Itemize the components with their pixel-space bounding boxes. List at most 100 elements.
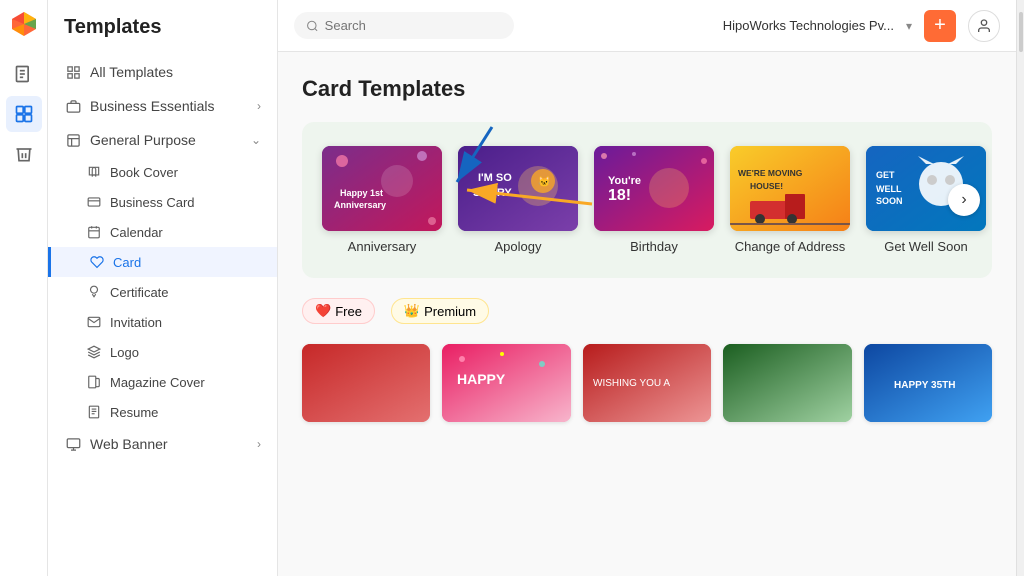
next-cards-arrow[interactable]: › (948, 184, 980, 216)
iconbar-document[interactable] (6, 56, 42, 92)
card-item-apology[interactable]: I'M SO SORRY 🐱 Apology (458, 146, 578, 254)
sidebar-sub-item-logo[interactable]: Logo (48, 337, 277, 367)
card-item-anniversary[interactable]: Happy 1st Anniversary Anniversary (322, 146, 442, 254)
chevron-right-icon: › (257, 99, 261, 113)
sidebar-sub-item-business-card-label: Business Card (110, 195, 195, 210)
resume-icon (86, 404, 102, 420)
user-dropdown-arrow[interactable]: ▾ (906, 19, 912, 33)
search-icon (306, 19, 319, 33)
svg-text:HAPPY: HAPPY (457, 371, 506, 387)
grid-icon (64, 63, 82, 81)
svg-text:WISHING YOU A: WISHING YOU A (593, 378, 670, 389)
sidebar: Templates All Templates Business Essenti… (48, 0, 278, 576)
logo-icon (86, 344, 102, 360)
sidebar-item-all-templates[interactable]: All Templates (48, 55, 277, 89)
svg-text:GET: GET (876, 170, 895, 180)
bottom-card-1[interactable] (302, 344, 430, 422)
sidebar-item-general-purpose-label: General Purpose (90, 132, 243, 148)
legend-free[interactable]: ❤️ Free (302, 298, 375, 324)
iconbar-trash[interactable] (6, 136, 42, 172)
search-input[interactable] (325, 18, 502, 33)
sidebar-sub-item-card[interactable]: Card (48, 247, 277, 277)
svg-text:I'M SO: I'M SO (478, 172, 512, 184)
svg-text:Happy 1st: Happy 1st (340, 188, 383, 198)
award-icon (86, 284, 102, 300)
legend-row: ❤️ Free 👑 Premium (302, 298, 992, 324)
sidebar-sub-item-business-card[interactable]: Business Card (48, 187, 277, 217)
book-icon (86, 164, 102, 180)
chevron-down-icon: ⌄ (251, 133, 261, 147)
bottom-card-2[interactable]: HAPPY (442, 344, 570, 422)
bottom-card-3[interactable]: WISHING YOU A (583, 344, 711, 422)
sidebar-sub-item-resume-label: Resume (110, 405, 158, 420)
layout-icon (64, 131, 82, 149)
svg-text:You're: You're (608, 175, 641, 187)
card-get-well-soon-label: Get Well Soon (884, 239, 968, 254)
svg-text:HOUSE!: HOUSE! (750, 181, 783, 191)
sidebar-sub-item-magazine-cover-label: Magazine Cover (110, 375, 205, 390)
scrollbar[interactable] (1016, 0, 1024, 576)
card-change-of-address-label: Change of Address (735, 239, 846, 254)
bottom-card-4[interactable] (723, 344, 851, 422)
premium-label: Premium (424, 304, 476, 319)
svg-text:WE'RE MOVING: WE'RE MOVING (738, 168, 803, 178)
icon-bar (0, 0, 48, 576)
iconbar-templates[interactable] (6, 96, 42, 132)
heart-icon (89, 254, 105, 270)
sidebar-sub-item-calendar[interactable]: Calendar (48, 217, 277, 247)
legend-premium[interactable]: 👑 Premium (391, 298, 489, 324)
svg-text:SOON: SOON (876, 196, 903, 206)
sidebar-item-all-templates-label: All Templates (90, 64, 261, 80)
card-apology-label: Apology (495, 239, 542, 254)
premium-emoji: 👑 (404, 303, 420, 319)
featured-cards-row: Happy 1st Anniversary Anniversary I'M SO (322, 146, 972, 254)
web-icon (64, 435, 82, 453)
card-item-change-of-address[interactable]: WE'RE MOVING HOUSE! Change of Address (730, 146, 850, 254)
chevron-right-web-icon: › (257, 437, 261, 451)
svg-text:🐱: 🐱 (538, 176, 550, 188)
main-area: HipoWorks Technologies Pv... ▾ + Card Te… (278, 0, 1016, 576)
page-title: Card Templates (302, 76, 992, 102)
app-logo[interactable] (8, 8, 40, 40)
content: Card Templates (278, 52, 1016, 576)
add-button[interactable]: + (924, 10, 956, 42)
sidebar-item-web-banner-label: Web Banner (90, 436, 249, 452)
topbar: HipoWorks Technologies Pv... ▾ + (278, 0, 1016, 52)
sidebar-sub-item-magazine-cover[interactable]: Magazine Cover (48, 367, 277, 397)
card-thumb-birthday: You're 18! (594, 146, 714, 231)
sidebar-sub-item-resume[interactable]: Resume (48, 397, 277, 427)
svg-text:Anniversary: Anniversary (334, 200, 386, 210)
sidebar-sub-item-invitation[interactable]: Invitation (48, 307, 277, 337)
svg-text:18!: 18! (608, 187, 631, 204)
sidebar-sub-item-logo-label: Logo (110, 345, 139, 360)
sidebar-title: Templates (48, 16, 277, 55)
card-thumb-anniversary: Happy 1st Anniversary (322, 146, 442, 231)
sidebar-sub-item-certificate-label: Certificate (110, 285, 169, 300)
free-emoji: ❤️ (315, 303, 331, 319)
sidebar-sub-item-card-label: Card (113, 255, 141, 270)
scrollbar-thumb[interactable] (1019, 12, 1023, 52)
svg-text:HAPPY 35TH: HAPPY 35TH (894, 380, 956, 391)
card-birthday-label: Birthday (630, 239, 678, 254)
bottom-card-5[interactable]: HAPPY 35TH (864, 344, 992, 422)
sidebar-item-business-essentials[interactable]: Business Essentials › (48, 89, 277, 123)
topbar-right: HipoWorks Technologies Pv... ▾ + (723, 10, 1000, 42)
svg-text:WELL: WELL (876, 184, 902, 194)
sidebar-sub-item-certificate[interactable]: Certificate (48, 277, 277, 307)
search-box[interactable] (294, 12, 514, 39)
card-thumb-change-of-address: WE'RE MOVING HOUSE! (730, 146, 850, 231)
sidebar-sub-item-calendar-label: Calendar (110, 225, 163, 240)
sidebar-sub-item-book-cover[interactable]: Book Cover (48, 157, 277, 187)
card-anniversary-label: Anniversary (348, 239, 417, 254)
sidebar-item-general-purpose[interactable]: General Purpose ⌄ (48, 123, 277, 157)
card-icon (86, 194, 102, 210)
magazine-icon (86, 374, 102, 390)
featured-banner: Happy 1st Anniversary Anniversary I'M SO (302, 122, 992, 278)
user-avatar-icon[interactable] (968, 10, 1000, 42)
bottom-cards-row: HAPPY WISHING YOU A (302, 344, 992, 422)
sidebar-item-web-banner[interactable]: Web Banner › (48, 427, 277, 461)
card-item-birthday[interactable]: You're 18! Birthday (594, 146, 714, 254)
calendar-icon (86, 224, 102, 240)
free-label: Free (335, 304, 362, 319)
user-name: HipoWorks Technologies Pv... (723, 18, 894, 33)
